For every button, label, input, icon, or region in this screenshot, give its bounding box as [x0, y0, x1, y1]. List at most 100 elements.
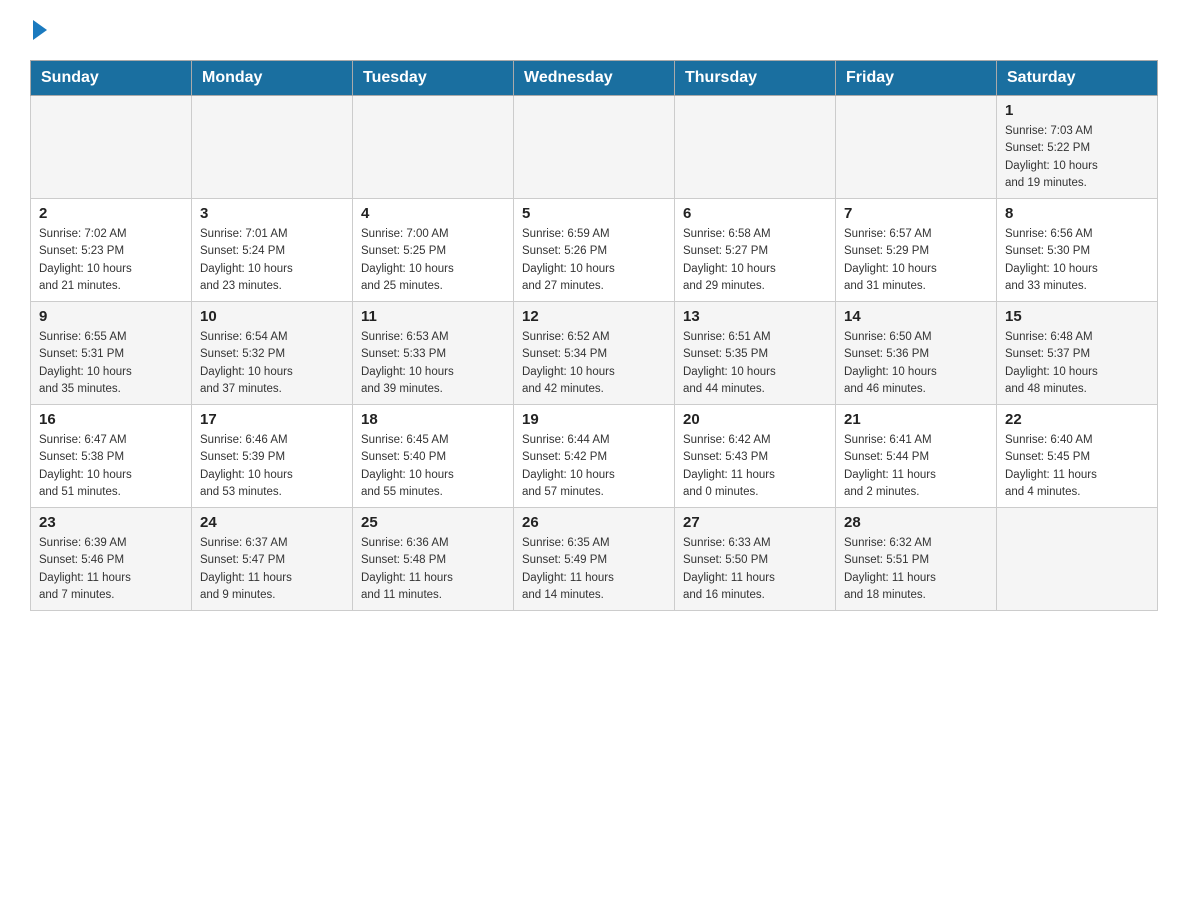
calendar-week-1: 1 Sunrise: 7:03 AMSunset: 5:22 PMDaylight…	[31, 96, 1158, 199]
day-info: Sunrise: 6:36 AMSunset: 5:48 PMDaylight:…	[361, 535, 505, 604]
calendar-cell: 24 Sunrise: 6:37 AMSunset: 5:47 PMDayligh…	[192, 508, 353, 611]
day-number: 3	[200, 205, 344, 222]
day-info: Sunrise: 7:03 AMSunset: 5:22 PMDaylight:…	[1005, 123, 1149, 192]
day-header-friday: Friday	[836, 61, 997, 96]
calendar-cell: 16 Sunrise: 6:47 AMSunset: 5:38 PMDayligh…	[31, 405, 192, 508]
day-number: 19	[522, 411, 666, 428]
day-number: 12	[522, 308, 666, 325]
day-number: 2	[39, 205, 183, 222]
day-number: 1	[1005, 102, 1149, 119]
calendar-cell: 3 Sunrise: 7:01 AMSunset: 5:24 PMDaylight…	[192, 199, 353, 302]
day-number: 18	[361, 411, 505, 428]
day-info: Sunrise: 6:55 AMSunset: 5:31 PMDaylight:…	[39, 329, 183, 398]
day-header-sunday: Sunday	[31, 61, 192, 96]
day-number: 8	[1005, 205, 1149, 222]
day-info: Sunrise: 6:58 AMSunset: 5:27 PMDaylight:…	[683, 226, 827, 295]
day-header-monday: Monday	[192, 61, 353, 96]
day-info: Sunrise: 6:45 AMSunset: 5:40 PMDaylight:…	[361, 432, 505, 501]
day-info: Sunrise: 6:59 AMSunset: 5:26 PMDaylight:…	[522, 226, 666, 295]
calendar-cell: 25 Sunrise: 6:36 AMSunset: 5:48 PMDayligh…	[353, 508, 514, 611]
day-info: Sunrise: 6:48 AMSunset: 5:37 PMDaylight:…	[1005, 329, 1149, 398]
calendar-cell	[997, 508, 1158, 611]
calendar-cell: 2 Sunrise: 7:02 AMSunset: 5:23 PMDaylight…	[31, 199, 192, 302]
calendar-cell: 18 Sunrise: 6:45 AMSunset: 5:40 PMDayligh…	[353, 405, 514, 508]
day-number: 9	[39, 308, 183, 325]
day-info: Sunrise: 6:44 AMSunset: 5:42 PMDaylight:…	[522, 432, 666, 501]
calendar-cell	[192, 96, 353, 199]
calendar-cell: 8 Sunrise: 6:56 AMSunset: 5:30 PMDaylight…	[997, 199, 1158, 302]
day-number: 26	[522, 514, 666, 531]
calendar-cell: 5 Sunrise: 6:59 AMSunset: 5:26 PMDaylight…	[514, 199, 675, 302]
calendar-cell: 20 Sunrise: 6:42 AMSunset: 5:43 PMDayligh…	[675, 405, 836, 508]
day-info: Sunrise: 6:57 AMSunset: 5:29 PMDaylight:…	[844, 226, 988, 295]
calendar-table: SundayMondayTuesdayWednesdayThursdayFrid…	[30, 60, 1158, 611]
day-info: Sunrise: 6:47 AMSunset: 5:38 PMDaylight:…	[39, 432, 183, 501]
calendar-cell: 12 Sunrise: 6:52 AMSunset: 5:34 PMDayligh…	[514, 302, 675, 405]
calendar-cell: 26 Sunrise: 6:35 AMSunset: 5:49 PMDayligh…	[514, 508, 675, 611]
calendar-cell: 22 Sunrise: 6:40 AMSunset: 5:45 PMDayligh…	[997, 405, 1158, 508]
day-number: 25	[361, 514, 505, 531]
day-header-saturday: Saturday	[997, 61, 1158, 96]
day-number: 20	[683, 411, 827, 428]
page-header	[30, 20, 1158, 40]
calendar-cell: 21 Sunrise: 6:41 AMSunset: 5:44 PMDayligh…	[836, 405, 997, 508]
calendar-cell: 11 Sunrise: 6:53 AMSunset: 5:33 PMDayligh…	[353, 302, 514, 405]
day-info: Sunrise: 6:35 AMSunset: 5:49 PMDaylight:…	[522, 535, 666, 604]
calendar-cell: 19 Sunrise: 6:44 AMSunset: 5:42 PMDayligh…	[514, 405, 675, 508]
day-info: Sunrise: 6:41 AMSunset: 5:44 PMDaylight:…	[844, 432, 988, 501]
day-info: Sunrise: 6:54 AMSunset: 5:32 PMDaylight:…	[200, 329, 344, 398]
calendar-cell: 15 Sunrise: 6:48 AMSunset: 5:37 PMDayligh…	[997, 302, 1158, 405]
day-info: Sunrise: 6:51 AMSunset: 5:35 PMDaylight:…	[683, 329, 827, 398]
calendar-cell	[675, 96, 836, 199]
day-header-thursday: Thursday	[675, 61, 836, 96]
day-number: 21	[844, 411, 988, 428]
day-number: 10	[200, 308, 344, 325]
calendar-week-4: 16 Sunrise: 6:47 AMSunset: 5:38 PMDayligh…	[31, 405, 1158, 508]
day-number: 22	[1005, 411, 1149, 428]
day-info: Sunrise: 7:00 AMSunset: 5:25 PMDaylight:…	[361, 226, 505, 295]
day-info: Sunrise: 7:01 AMSunset: 5:24 PMDaylight:…	[200, 226, 344, 295]
day-number: 13	[683, 308, 827, 325]
day-info: Sunrise: 6:52 AMSunset: 5:34 PMDaylight:…	[522, 329, 666, 398]
calendar-week-5: 23 Sunrise: 6:39 AMSunset: 5:46 PMDayligh…	[31, 508, 1158, 611]
day-number: 7	[844, 205, 988, 222]
calendar-cell	[353, 96, 514, 199]
day-info: Sunrise: 6:56 AMSunset: 5:30 PMDaylight:…	[1005, 226, 1149, 295]
calendar-cell: 17 Sunrise: 6:46 AMSunset: 5:39 PMDayligh…	[192, 405, 353, 508]
day-info: Sunrise: 7:02 AMSunset: 5:23 PMDaylight:…	[39, 226, 183, 295]
day-number: 17	[200, 411, 344, 428]
calendar-cell: 6Sunrise: 6:58 AMSunset: 5:27 PMDaylight…	[675, 199, 836, 302]
calendar-week-2: 2 Sunrise: 7:02 AMSunset: 5:23 PMDaylight…	[31, 199, 1158, 302]
day-number: 5	[522, 205, 666, 222]
calendar-cell: 10 Sunrise: 6:54 AMSunset: 5:32 PMDayligh…	[192, 302, 353, 405]
day-header-wednesday: Wednesday	[514, 61, 675, 96]
calendar-cell: 7 Sunrise: 6:57 AMSunset: 5:29 PMDaylight…	[836, 199, 997, 302]
day-number: 23	[39, 514, 183, 531]
day-number: 24	[200, 514, 344, 531]
calendar-cell: 28 Sunrise: 6:32 AMSunset: 5:51 PMDayligh…	[836, 508, 997, 611]
calendar-cell	[836, 96, 997, 199]
calendar-cell: 1 Sunrise: 7:03 AMSunset: 5:22 PMDaylight…	[997, 96, 1158, 199]
calendar-cell: 9 Sunrise: 6:55 AMSunset: 5:31 PMDaylight…	[31, 302, 192, 405]
calendar-cell: 27 Sunrise: 6:33 AMSunset: 5:50 PMDayligh…	[675, 508, 836, 611]
day-info: Sunrise: 6:33 AMSunset: 5:50 PMDaylight:…	[683, 535, 827, 604]
day-info: Sunrise: 6:46 AMSunset: 5:39 PMDaylight:…	[200, 432, 344, 501]
calendar-cell: 14Sunrise: 6:50 AMSunset: 5:36 PMDayligh…	[836, 302, 997, 405]
day-info: Sunrise: 6:53 AMSunset: 5:33 PMDaylight:…	[361, 329, 505, 398]
day-info: Sunrise: 6:32 AMSunset: 5:51 PMDaylight:…	[844, 535, 988, 604]
day-number: 4	[361, 205, 505, 222]
calendar-cell: 4 Sunrise: 7:00 AMSunset: 5:25 PMDaylight…	[353, 199, 514, 302]
day-info: Sunrise: 6:40 AMSunset: 5:45 PMDaylight:…	[1005, 432, 1149, 501]
day-info: Sunrise: 6:50 AMSunset: 5:36 PMDaylight:…	[844, 329, 988, 398]
day-info: Sunrise: 6:42 AMSunset: 5:43 PMDaylight:…	[683, 432, 827, 501]
calendar-cell: 23 Sunrise: 6:39 AMSunset: 5:46 PMDayligh…	[31, 508, 192, 611]
calendar-cell	[31, 96, 192, 199]
day-info: Sunrise: 6:39 AMSunset: 5:46 PMDaylight:…	[39, 535, 183, 604]
day-info: Sunrise: 6:37 AMSunset: 5:47 PMDaylight:…	[200, 535, 344, 604]
day-number: 28	[844, 514, 988, 531]
calendar-cell: 13 Sunrise: 6:51 AMSunset: 5:35 PMDayligh…	[675, 302, 836, 405]
day-number: 11	[361, 308, 505, 325]
day-number: 16	[39, 411, 183, 428]
day-number: 27	[683, 514, 827, 531]
day-number: 15	[1005, 308, 1149, 325]
